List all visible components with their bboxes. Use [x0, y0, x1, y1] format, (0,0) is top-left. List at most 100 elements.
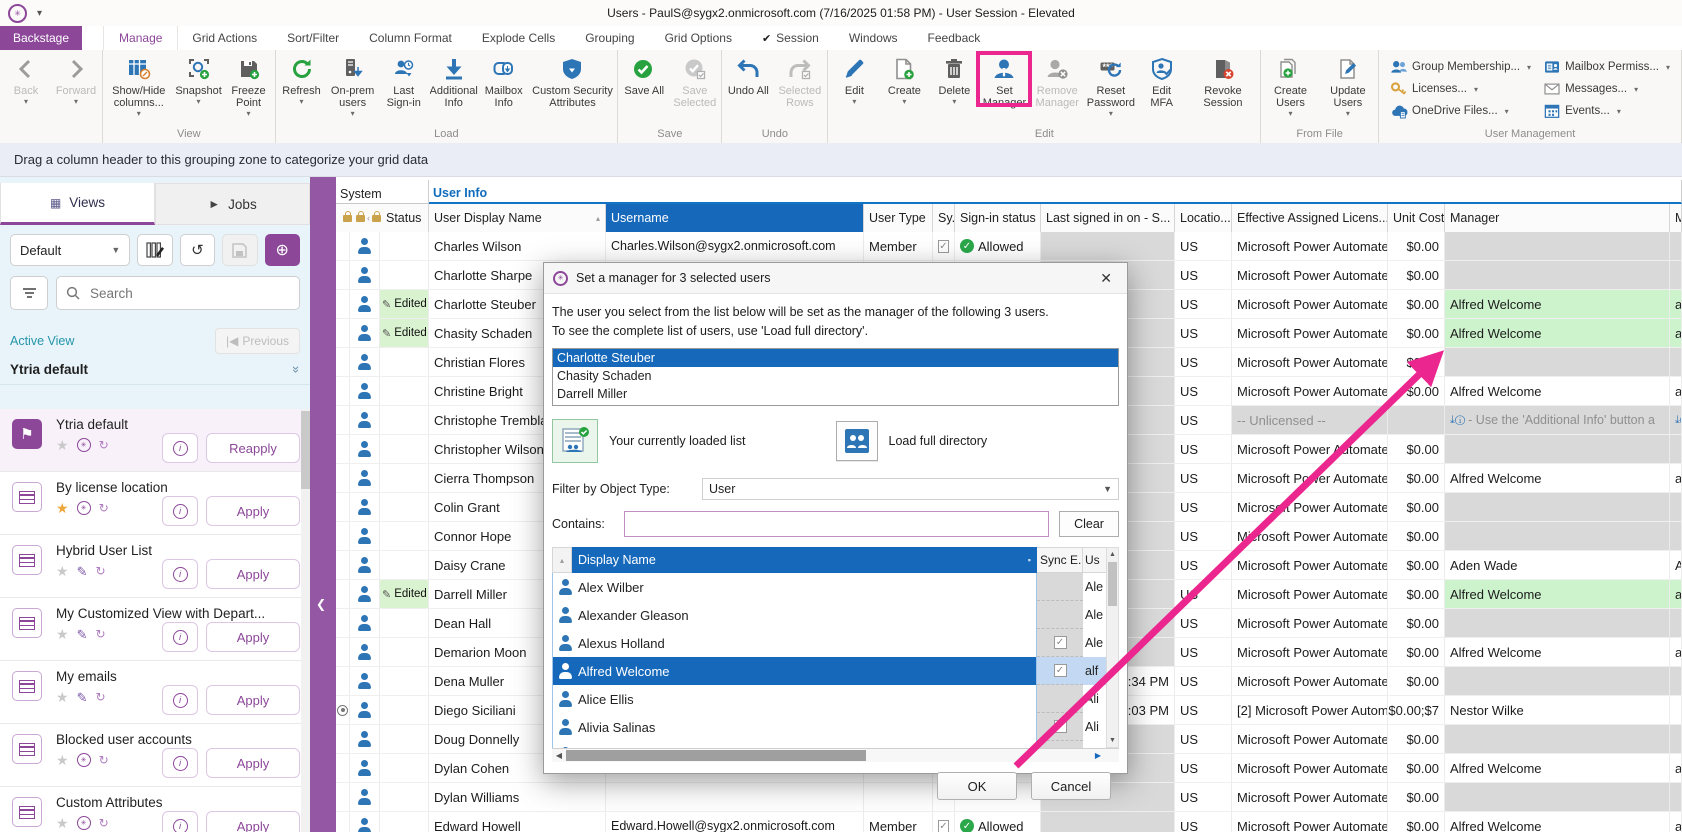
selected-user-item[interactable]: Chasity Schaden	[553, 367, 1118, 385]
revoke-session-tokens-button[interactable]: Revoke Session Tokens	[1187, 53, 1260, 109]
dialog-title-bar[interactable]: ✳ Set a manager for 3 selected users ✕	[544, 263, 1127, 294]
apply-button[interactable]: Apply	[206, 496, 300, 526]
selected-user-item[interactable]: Darrell Miller	[553, 385, 1118, 403]
views-scrollbar[interactable]	[301, 409, 310, 832]
column-header-username[interactable]: Username	[606, 204, 864, 232]
view-item-hybrid-user-list[interactable]: Hybrid User List★✎↻iApply	[0, 535, 310, 598]
freeze-point-button[interactable]: Freeze Point▾	[224, 53, 274, 118]
tab-jobs[interactable]: ► Jobs	[155, 183, 310, 225]
licenses-button[interactable]: Licenses...▾	[1384, 78, 1537, 100]
sync-checkbox[interactable]: ✓	[1054, 664, 1067, 677]
ribbon-tab-grid-actions[interactable]: Grid Actions	[177, 26, 272, 50]
scroll-up-icon[interactable]: ▲	[1109, 548, 1116, 561]
column-header-name[interactable]: User Display Name▴	[429, 204, 606, 232]
on-prem-users-button[interactable]: On-prem users▾	[327, 53, 379, 118]
create-button[interactable]: Create▾	[879, 53, 929, 106]
active-view-name-row[interactable]: Ytria default »	[0, 358, 310, 385]
apply-button[interactable]: Apply	[206, 685, 300, 715]
view-item-my-customized-view-with-depart[interactable]: My Customized View with Depart...★✎↻iApp…	[0, 598, 310, 661]
previous-view-button[interactable]: |◀ Previous	[215, 328, 300, 354]
view-set-dropdown[interactable]: Default ▼	[10, 234, 130, 266]
username-column-header[interactable]: Us	[1083, 547, 1106, 573]
view-item-my-emails[interactable]: My emails★✎↻iApply	[0, 661, 310, 724]
views-scrollbar-thumb[interactable]	[301, 411, 310, 489]
messages-button[interactable]: Messages...▾	[1537, 78, 1676, 100]
clear-button[interactable]: Clear	[1059, 511, 1119, 537]
apply-button[interactable]: Apply	[206, 559, 300, 589]
column-header-last-signin[interactable]: Last signed in on - S...	[1041, 204, 1175, 232]
cancel-button[interactable]: Cancel	[1031, 772, 1111, 800]
ribbon-tab-explode-cells[interactable]: Explode Cells	[467, 26, 570, 50]
currently-loaded-list-option[interactable]: Your currently loaded list	[552, 419, 836, 463]
apply-button[interactable]: Apply	[206, 811, 300, 832]
directory-row[interactable]: Alexus Holland✓Ale	[552, 629, 1119, 657]
forward-button[interactable]: Forward▾	[51, 53, 101, 106]
events-button[interactable]: Events...▾	[1537, 100, 1676, 122]
favorite-star-icon[interactable]: ★	[56, 564, 69, 578]
favorite-star-icon[interactable]: ★	[56, 753, 69, 767]
selected-rows-button[interactable]: Selected Rows	[773, 53, 826, 109]
view-item-blocked-user-accounts[interactable]: Blocked user accounts★✳↻iApply	[0, 724, 310, 787]
edit-mfa-button[interactable]: Edit MFA	[1137, 53, 1187, 109]
ribbon-tab-manage[interactable]: Manage	[104, 26, 177, 50]
refresh-button[interactable]: Refresh▾	[277, 53, 327, 106]
edit-columns-button[interactable]	[137, 234, 172, 266]
apply-button[interactable]: Apply	[206, 748, 300, 778]
column-header-status[interactable]: ‹Status	[336, 204, 429, 232]
column-header-user-type[interactable]: User Type	[864, 204, 933, 232]
undo-all-button[interactable]: Undo All	[723, 53, 773, 97]
view-info-button[interactable]: i	[162, 622, 198, 652]
ok-button[interactable]: OK	[937, 772, 1017, 800]
column-header-licenses[interactable]: Effective Assigned Licens...	[1232, 204, 1388, 232]
show-hide-columns-button[interactable]: Show/Hide columns...▾	[104, 53, 174, 118]
filter-button[interactable]	[10, 276, 48, 310]
display-name-column-header[interactable]: Display Name ▪	[572, 547, 1037, 573]
contains-input[interactable]	[624, 511, 1049, 537]
favorite-star-icon[interactable]: ★	[56, 690, 69, 704]
table-row[interactable]: Charles WilsonCharles.Wilson@sygx2.onmic…	[336, 232, 1682, 261]
ribbon-tab-grouping[interactable]: Grouping	[570, 26, 649, 50]
directory-row[interactable]: Alexander GleasonAle	[552, 601, 1119, 629]
mailbox-permiss-button[interactable]: Mailbox Permiss...▾	[1537, 56, 1676, 78]
apply-button[interactable]: Apply	[206, 622, 300, 652]
selected-user-item[interactable]: Charlotte Steuber	[553, 349, 1118, 367]
directory-row[interactable]: Alivia Salinas✓Ali	[552, 713, 1119, 741]
ribbon-tab-sort-filter[interactable]: Sort/Filter	[272, 26, 354, 50]
ribbon-tab-windows[interactable]: Windows	[834, 26, 913, 50]
favorite-star-icon[interactable]: ★	[56, 816, 69, 830]
group-membership-button[interactable]: Group Membership...▾	[1384, 56, 1537, 78]
load-full-directory-option[interactable]: Load full directory	[836, 421, 1120, 461]
save-selected-button[interactable]: Save Selected	[669, 53, 720, 109]
sync-checkbox[interactable]: ✓	[938, 820, 949, 832]
favorite-star-icon[interactable]: ★	[56, 627, 69, 641]
directory-row[interactable]: Alfred Welcome✓alf	[552, 657, 1119, 685]
view-info-button[interactable]: i	[162, 433, 198, 463]
reset-view-button[interactable]: ↺	[180, 234, 215, 266]
column-header-sync[interactable]: Sy...	[933, 204, 955, 232]
object-type-select[interactable]: User ▼	[702, 478, 1119, 500]
favorite-star-icon[interactable]: ★	[56, 438, 69, 452]
quick-access-caret-icon[interactable]: ▾	[37, 8, 42, 19]
update-users-button[interactable]: Update Users▾	[1319, 53, 1377, 118]
save-all-button[interactable]: Save All	[619, 53, 669, 97]
view-info-button[interactable]: i	[162, 496, 198, 526]
close-icon[interactable]: ✕	[1094, 270, 1118, 287]
view-info-button[interactable]: i	[162, 559, 198, 589]
sort-corner-cell[interactable]: ▴	[552, 547, 572, 573]
back-button[interactable]: Back▾	[1, 53, 51, 106]
delete-button[interactable]: Delete▾	[929, 53, 979, 106]
edit-button[interactable]: Edit▾	[829, 53, 879, 106]
scroll-down-icon[interactable]: ▼	[1109, 734, 1116, 747]
add-view-button[interactable]: ⊕	[265, 234, 300, 266]
save-view-button[interactable]	[222, 234, 257, 266]
create-users-button[interactable]: Create Users▾	[1262, 53, 1318, 118]
column-header-unit-cost[interactable]: Unit Cost...	[1388, 204, 1445, 232]
directory-vertical-scrollbar[interactable]: ▲ ▼	[1106, 547, 1119, 748]
column-header-location[interactable]: Locatio...	[1175, 204, 1232, 232]
view-item-by-license-location[interactable]: By license location★✳↻iApply	[0, 472, 310, 535]
selected-users-listbox[interactable]: Charlotte SteuberChasity SchadenDarrell …	[552, 348, 1119, 406]
last-sign-in-button[interactable]: Last Sign-in	[379, 53, 429, 109]
view-info-button[interactable]: i	[162, 748, 198, 778]
sync-checkbox[interactable]: ✓	[1054, 636, 1067, 649]
reapply-button[interactable]: Reapply	[206, 433, 300, 463]
